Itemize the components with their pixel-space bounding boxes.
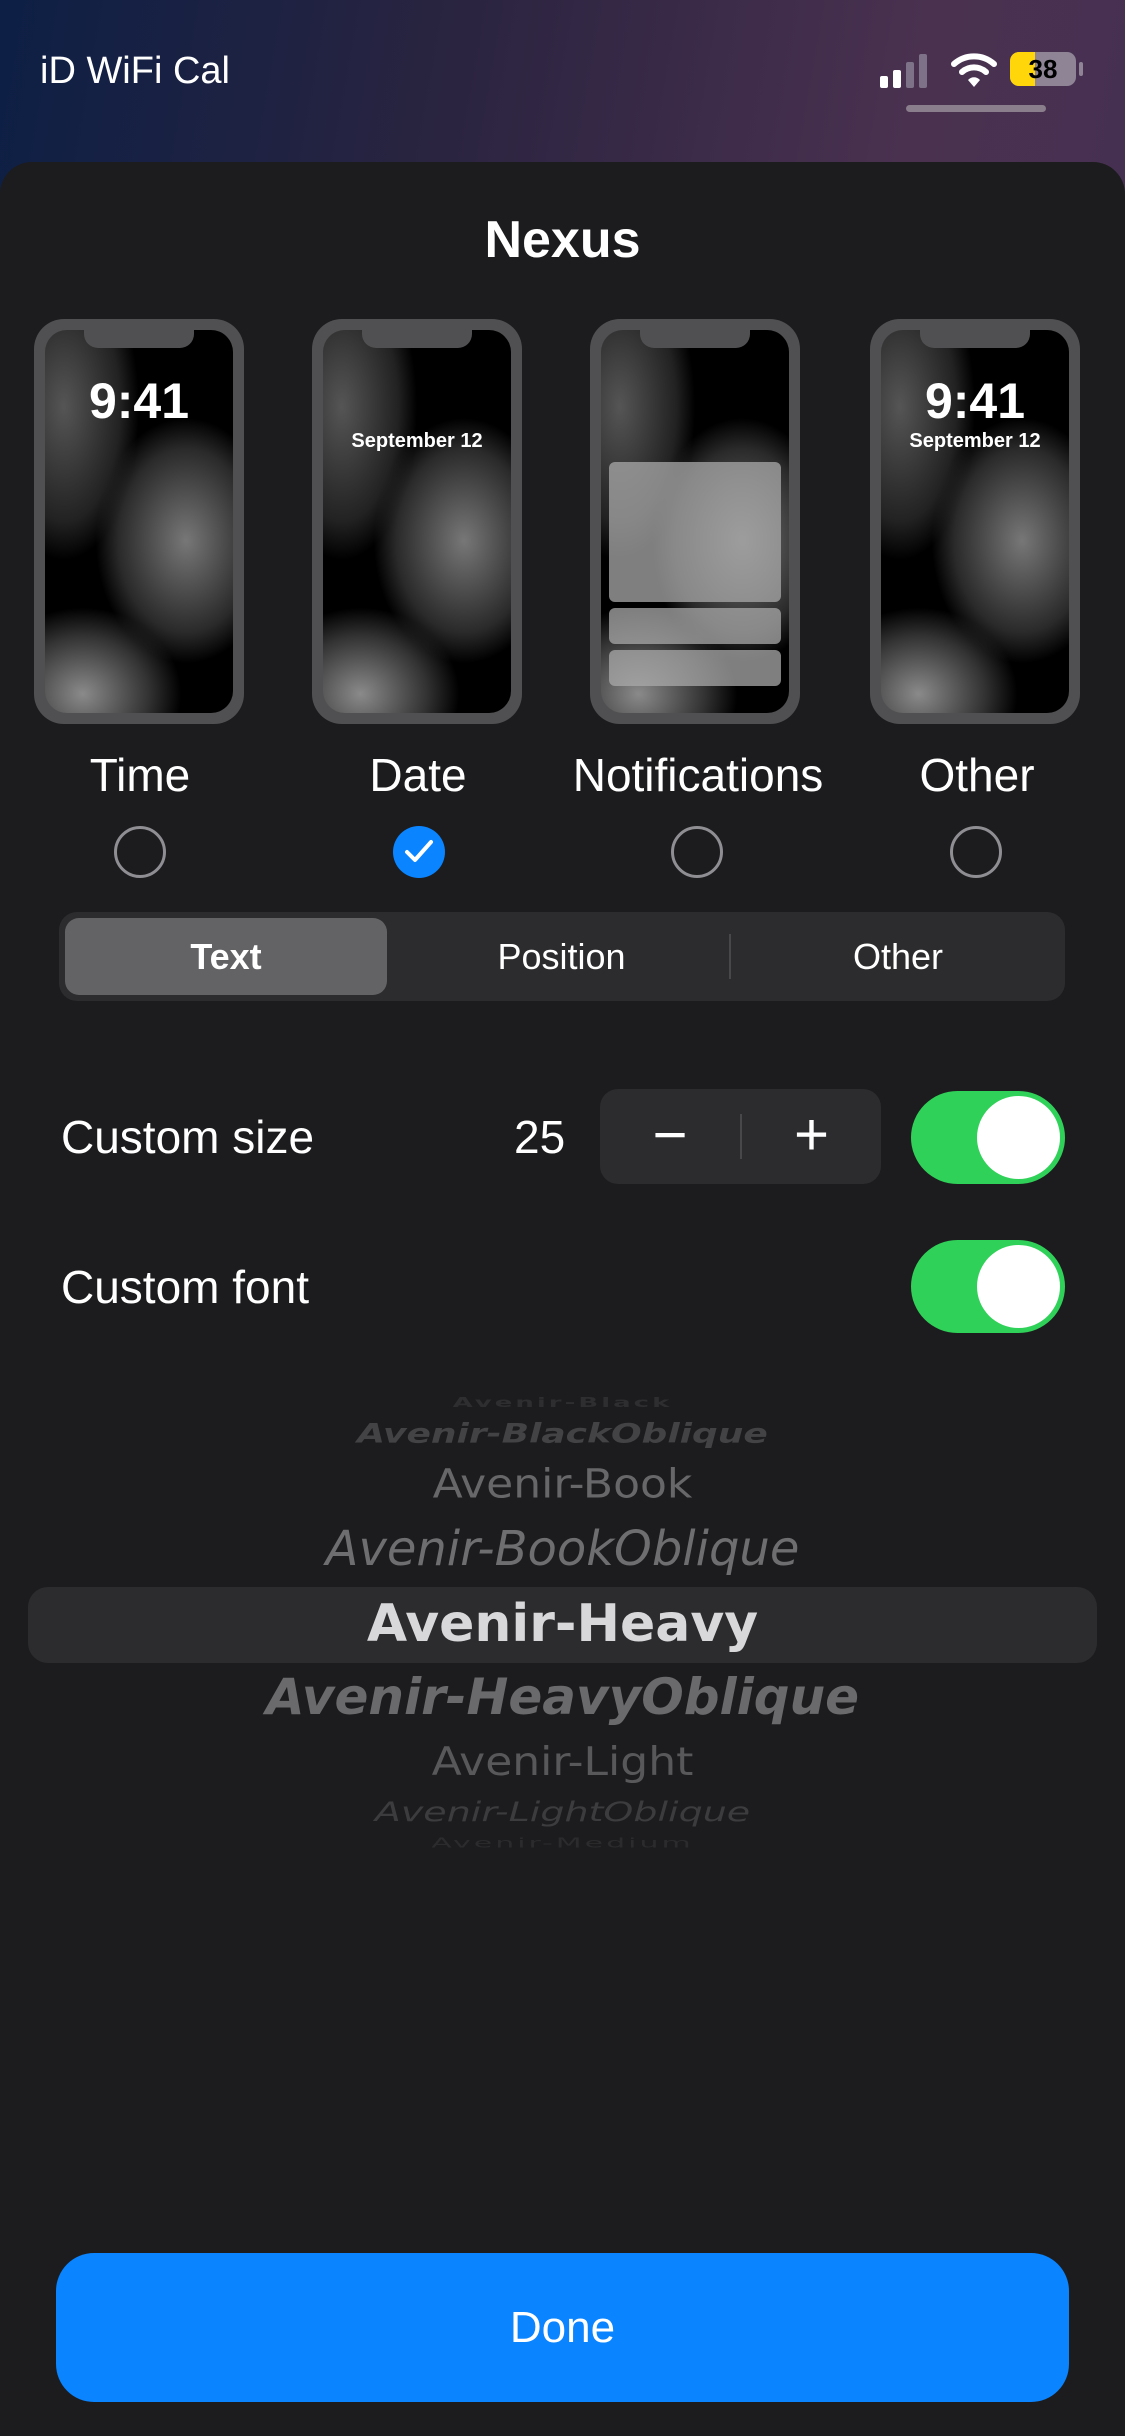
custom-size-toggle[interactable]: [911, 1091, 1065, 1184]
radio-other[interactable]: [950, 826, 1002, 878]
battery-icon: 38: [1010, 52, 1076, 86]
picker-item-selected[interactable]: Avenir-Heavy: [0, 1594, 1125, 1654]
picker-item[interactable]: Avenir-HeavyOblique: [0, 1668, 1125, 1726]
custom-font-label: Custom font: [61, 1261, 309, 1313]
grabber[interactable]: [906, 105, 1046, 112]
label-other: Other: [919, 749, 1035, 801]
segment-text[interactable]: Text: [65, 912, 387, 1001]
label-notifications: Notifications: [572, 749, 824, 801]
notification-placeholder: [609, 608, 781, 644]
preview-other[interactable]: 9:41 September 12: [870, 319, 1080, 724]
label-time: Time: [89, 749, 191, 801]
preview-time-text: 9:41: [88, 373, 190, 429]
wifi-icon: [951, 53, 997, 87]
battery-level: 38: [1028, 54, 1058, 84]
picker-item[interactable]: Avenir-Book: [0, 1461, 1125, 1508]
picker-item[interactable]: Avenir-Light: [0, 1739, 1125, 1785]
segment-other[interactable]: Other: [731, 912, 1065, 1001]
checkmark-icon: [405, 840, 433, 862]
sheet-title: Nexus: [484, 211, 641, 269]
decrement-button[interactable]: −: [600, 1089, 740, 1184]
increment-button[interactable]: +: [742, 1089, 881, 1184]
radio-time[interactable]: [114, 826, 166, 878]
preview-date[interactable]: September 12: [312, 319, 522, 724]
notification-placeholder: [609, 650, 781, 686]
preview-date-text: September 12: [909, 430, 1041, 452]
done-button[interactable]: Done: [56, 2253, 1069, 2402]
status-bar: iD WiFi Cal 38: [0, 0, 1125, 160]
preview-time-text: 9:41: [924, 373, 1026, 429]
picker-item[interactable]: Avenir-BlackOblique: [0, 1419, 1125, 1450]
size-stepper: − +: [600, 1089, 881, 1184]
custom-size-label: Custom size: [61, 1111, 315, 1163]
preview-notifications[interactable]: [590, 319, 800, 724]
segment-position[interactable]: Position: [394, 912, 729, 1001]
custom-font-toggle[interactable]: [911, 1240, 1065, 1333]
picker-item[interactable]: Avenir-BookOblique: [0, 1521, 1125, 1577]
picker-item[interactable]: Avenir-Black: [0, 1396, 1125, 1411]
cellular-signal-icon: [880, 54, 927, 88]
label-date: Date: [369, 749, 467, 801]
preview-date-text: September 12: [351, 430, 483, 452]
custom-size-value: 25: [514, 1111, 566, 1163]
radio-notifications[interactable]: [671, 826, 723, 878]
preview-time[interactable]: 9:41: [34, 319, 244, 724]
battery-nub: [1079, 62, 1083, 76]
picker-item[interactable]: Avenir-Medium: [0, 1835, 1125, 1851]
picker-item[interactable]: Avenir-LightOblique: [0, 1797, 1125, 1828]
segmented-control: Text Position Other: [59, 912, 1065, 1001]
notification-placeholder: [609, 462, 781, 602]
radio-date[interactable]: [393, 826, 445, 878]
carrier-label: iD WiFi Cal: [40, 50, 230, 92]
